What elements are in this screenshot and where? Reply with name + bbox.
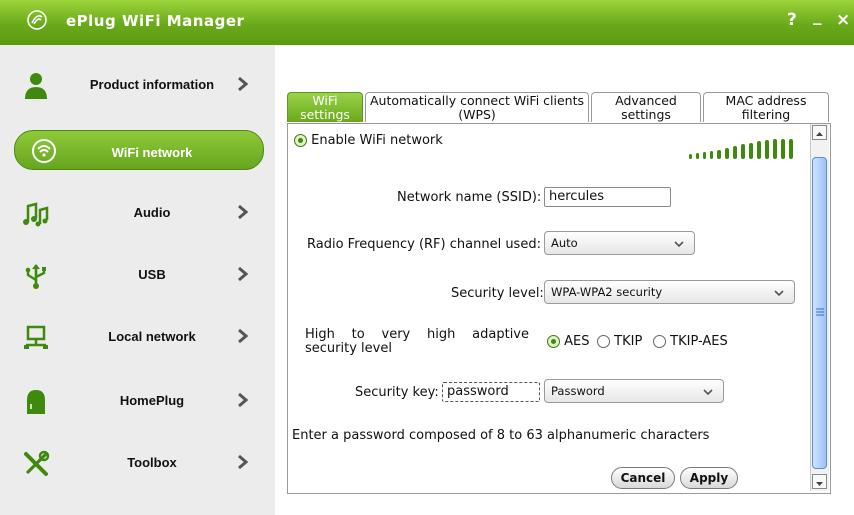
tkip-aes-radio[interactable] bbox=[653, 335, 666, 348]
sidebar-item-label: Audio bbox=[133, 205, 171, 220]
eplug-logo-icon bbox=[27, 10, 47, 30]
sidebar-item-toolbox[interactable]: Toolbox bbox=[0, 433, 275, 495]
tkip-option[interactable]: TKIP bbox=[597, 334, 642, 349]
chevron-right-icon bbox=[238, 454, 249, 470]
aes-radio[interactable] bbox=[547, 335, 560, 348]
security-key-label: Security key: bbox=[355, 385, 439, 400]
sidebar-item-label: HomePlug bbox=[119, 393, 185, 408]
scroll-up-button[interactable] bbox=[812, 125, 827, 140]
chevron-down-icon bbox=[674, 241, 684, 248]
tkip-aes-label: TKIP-AES bbox=[670, 334, 728, 349]
sidebar-item-label: Toolbox bbox=[127, 455, 177, 470]
scroll-down-button[interactable] bbox=[812, 474, 827, 489]
adaptive-security-label: High to very high adaptive security leve… bbox=[305, 327, 529, 356]
password-hint: Enter a password composed of 8 to 63 alp… bbox=[292, 428, 710, 443]
grip-icon bbox=[816, 308, 824, 316]
cancel-button[interactable]: Cancel bbox=[611, 467, 675, 489]
sidebar-item-wifi-network[interactable]: WiFi network bbox=[0, 120, 275, 182]
enable-wifi-label: Enable WiFi network bbox=[311, 133, 443, 148]
person-icon bbox=[25, 73, 47, 99]
tab-advanced-settings[interactable]: Advanced settings bbox=[591, 92, 701, 122]
tkip-radio[interactable] bbox=[597, 335, 610, 348]
homeplug-device-icon bbox=[27, 390, 45, 414]
sidebar-item-local-network[interactable]: Local network bbox=[0, 307, 275, 369]
tab-mac-address-filtering[interactable]: MAC address filtering bbox=[703, 92, 829, 122]
security-key-input[interactable]: password bbox=[442, 382, 540, 402]
close-button[interactable]: × bbox=[836, 10, 850, 30]
key-mode-select[interactable]: Password bbox=[544, 379, 724, 403]
tkip-label: TKIP bbox=[614, 334, 643, 349]
sidebar-item-audio[interactable]: Audio bbox=[0, 183, 275, 245]
scroll-down-icon bbox=[816, 482, 823, 486]
rf-channel-select[interactable]: Auto bbox=[544, 231, 695, 255]
usb-icon bbox=[25, 264, 46, 289]
tab-wifi-settings[interactable]: WiFi settings bbox=[287, 92, 363, 122]
chevron-right-icon bbox=[238, 204, 249, 220]
computer-network-icon bbox=[24, 325, 48, 349]
chevron-right-icon bbox=[238, 392, 249, 408]
security-level-select[interactable]: WPA-WPA2 security bbox=[544, 280, 795, 304]
chevron-right-icon bbox=[238, 328, 249, 344]
help-button[interactable]: ? bbox=[787, 10, 797, 30]
key-mode-value: Password bbox=[551, 384, 605, 398]
aes-option[interactable]: AES bbox=[547, 334, 590, 349]
ssid-input[interactable]: hercules bbox=[544, 187, 671, 207]
tools-icon bbox=[24, 450, 50, 476]
apply-button[interactable]: Apply bbox=[680, 467, 738, 489]
chevron-right-icon bbox=[238, 76, 249, 92]
signal-strength-icon bbox=[689, 139, 793, 159]
sidebar-item-label: WiFi network bbox=[111, 145, 193, 160]
rf-channel-value: Auto bbox=[551, 236, 578, 250]
sidebar-item-label: Local network bbox=[108, 329, 196, 344]
minimize-button[interactable]: _ bbox=[813, 6, 822, 26]
chevron-down-icon bbox=[703, 389, 713, 396]
title-bar: ePlug WiFi Manager ? _ × bbox=[0, 0, 854, 45]
sidebar-item-homeplug[interactable]: HomePlug bbox=[0, 371, 275, 433]
tab-wps[interactable]: Automatically connect WiFi clients (WPS) bbox=[365, 92, 589, 122]
sidebar: Product information WiFi network Audio U… bbox=[0, 45, 275, 515]
sidebar-item-product-information[interactable]: Product information bbox=[0, 55, 275, 117]
sidebar-item-label: Product information bbox=[89, 77, 215, 92]
wifi-icon bbox=[32, 139, 56, 163]
scroll-up-icon bbox=[816, 132, 823, 136]
security-level-label: Security level: bbox=[451, 286, 544, 301]
scrollbar[interactable] bbox=[810, 124, 829, 491]
music-notes-icon bbox=[23, 202, 49, 227]
tkip-aes-option[interactable]: TKIP-AES bbox=[653, 334, 728, 349]
sidebar-item-label: USB bbox=[138, 267, 166, 282]
rf-channel-label: Radio Frequency (RF) channel used: bbox=[307, 237, 541, 252]
sidebar-item-usb[interactable]: USB bbox=[0, 245, 275, 307]
aes-label: AES bbox=[564, 334, 590, 349]
chevron-right-icon bbox=[238, 266, 249, 282]
enable-wifi-radio[interactable] bbox=[294, 134, 307, 147]
app-title: ePlug WiFi Manager bbox=[66, 12, 245, 30]
ssid-label: Network name (SSID): bbox=[397, 190, 542, 205]
security-level-value: WPA-WPA2 security bbox=[551, 285, 663, 299]
scrollbar-thumb[interactable] bbox=[812, 157, 827, 469]
chevron-down-icon bbox=[774, 290, 784, 297]
enable-wifi-row[interactable]: Enable WiFi network bbox=[294, 133, 443, 148]
